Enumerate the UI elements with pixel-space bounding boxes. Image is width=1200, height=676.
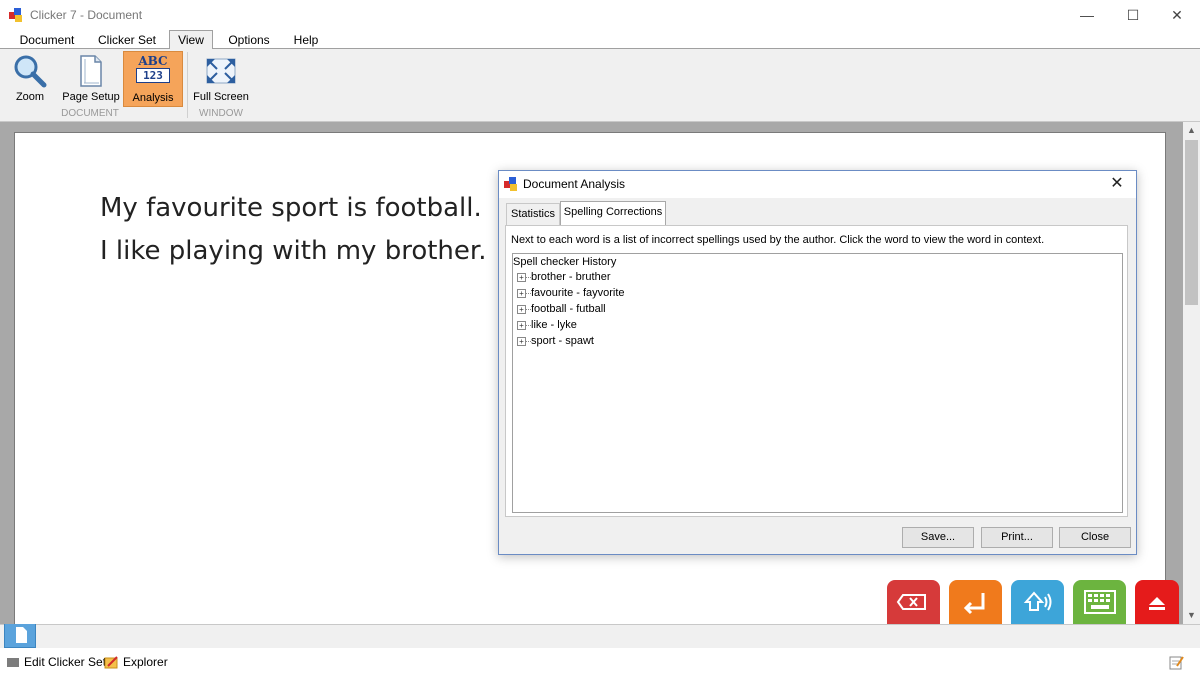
explorer-icon bbox=[104, 656, 118, 669]
clicker-app-icon bbox=[504, 177, 517, 191]
full-screen-label: Full Screen bbox=[193, 91, 249, 103]
expand-icon[interactable]: + bbox=[517, 288, 526, 298]
abc-123-icon: ABC 123 bbox=[136, 54, 170, 90]
page-setup-label: Page Setup bbox=[62, 91, 120, 103]
notes-icon[interactable] bbox=[1168, 654, 1184, 670]
keyboard-button[interactable] bbox=[1073, 580, 1126, 624]
title-bar: Clicker 7 - Document — ☐ ✕ bbox=[0, 0, 1200, 30]
expand-icon[interactable]: + bbox=[517, 304, 526, 314]
edit-set-icon bbox=[7, 658, 19, 667]
tab-document[interactable]: Document bbox=[10, 32, 84, 50]
ribbon-separator bbox=[187, 52, 188, 118]
description-text: Next to each word is a list of incorrect… bbox=[511, 234, 1045, 246]
clicker-app-icon bbox=[9, 8, 22, 22]
dialog-title: Document Analysis bbox=[523, 177, 626, 191]
expand-arrows-icon bbox=[206, 58, 236, 84]
tab-spelling-corrections[interactable]: Spelling Corrections bbox=[560, 201, 666, 226]
tree-item-like[interactable]: + like - lyke bbox=[517, 319, 577, 335]
group-label-window: WINDOW bbox=[199, 108, 243, 119]
page-strip bbox=[0, 624, 1200, 648]
close-dialog-button[interactable]: Close bbox=[1059, 527, 1131, 548]
123-text: 123 bbox=[136, 68, 170, 83]
document-page-icon bbox=[16, 627, 27, 643]
close-window-button[interactable]: ✕ bbox=[1154, 0, 1200, 30]
spell-checker-tree[interactable]: Spell checker History + brother - bruther… bbox=[512, 253, 1123, 513]
speak-button[interactable] bbox=[1011, 580, 1064, 624]
speak-icon bbox=[1023, 591, 1052, 611]
analysis-button[interactable]: ABC 123 Analysis bbox=[123, 51, 183, 107]
tab-options[interactable]: Options bbox=[220, 32, 278, 50]
expand-icon[interactable]: + bbox=[517, 272, 526, 282]
page-thumbnail-tab[interactable] bbox=[4, 624, 36, 648]
document-analysis-dialog: Document Analysis ✕ Statistics Spelling … bbox=[498, 170, 1137, 555]
eject-button[interactable] bbox=[1135, 580, 1179, 624]
save-button[interactable]: Save... bbox=[902, 527, 974, 548]
magnifier-icon bbox=[14, 55, 47, 88]
status-bar: Edit Clicker Set Explorer bbox=[0, 648, 1200, 676]
scroll-up-icon[interactable]: ▲ bbox=[1183, 122, 1200, 139]
scroll-down-icon[interactable]: ▼ bbox=[1183, 607, 1200, 624]
document-line-2[interactable]: I like playing with my brother. bbox=[100, 236, 486, 266]
spelling-corrections-panel: Next to each word is a list of incorrect… bbox=[505, 225, 1128, 517]
enter-icon bbox=[963, 593, 985, 615]
expand-icon[interactable]: + bbox=[517, 336, 526, 346]
enter-button[interactable] bbox=[949, 580, 1002, 624]
eject-icon bbox=[1149, 597, 1165, 610]
tab-statistics[interactable]: Statistics bbox=[506, 203, 560, 225]
group-label-document: DOCUMENT bbox=[61, 108, 119, 119]
dialog-title-bar: Document Analysis ✕ bbox=[499, 171, 1136, 198]
window-title: Clicker 7 - Document bbox=[30, 8, 143, 22]
keyboard-icon bbox=[1084, 590, 1116, 614]
ribbon: Zoom Page Setup ABC 123 Analysis DOCUMEN… bbox=[0, 49, 1200, 122]
page-icon bbox=[80, 55, 102, 87]
tab-help[interactable]: Help bbox=[285, 32, 327, 50]
minimize-button[interactable]: — bbox=[1064, 0, 1110, 30]
maximize-button[interactable]: ☐ bbox=[1110, 0, 1156, 30]
tree-item-favourite[interactable]: + favourite - fayvorite bbox=[517, 287, 625, 303]
tree-item-brother[interactable]: + brother - bruther bbox=[517, 271, 610, 287]
tab-clicker-set[interactable]: Clicker Set bbox=[92, 32, 162, 50]
zoom-label: Zoom bbox=[15, 91, 45, 103]
expand-icon[interactable]: + bbox=[517, 320, 526, 330]
tree-item-sport[interactable]: + sport - spawt bbox=[517, 335, 594, 351]
page-setup-button[interactable]: Page Setup bbox=[60, 51, 122, 107]
delete-button[interactable] bbox=[887, 580, 940, 624]
analysis-label: Analysis bbox=[132, 92, 174, 104]
explorer-link[interactable]: Explorer bbox=[123, 655, 168, 669]
abc-text: ABC bbox=[138, 54, 168, 68]
dialog-close-icon[interactable]: ✕ bbox=[1104, 173, 1130, 195]
tree-item-football[interactable]: + football - futball bbox=[517, 303, 606, 319]
zoom-button[interactable]: Zoom bbox=[8, 51, 52, 107]
tab-view[interactable]: View bbox=[169, 30, 213, 50]
document-line-1[interactable]: My favourite sport is football. bbox=[100, 193, 482, 223]
menu-bar: Document Clicker Set View Options Help bbox=[0, 30, 1200, 50]
edit-clicker-set-link[interactable]: Edit Clicker Set bbox=[24, 655, 106, 669]
vertical-scrollbar[interactable]: ▲ ▼ bbox=[1183, 122, 1200, 624]
tree-root-label: Spell checker History bbox=[513, 256, 617, 268]
scroll-thumb[interactable] bbox=[1185, 140, 1198, 305]
full-screen-button[interactable]: Full Screen bbox=[192, 51, 250, 107]
print-button[interactable]: Print... bbox=[981, 527, 1053, 548]
backspace-icon bbox=[896, 594, 926, 610]
